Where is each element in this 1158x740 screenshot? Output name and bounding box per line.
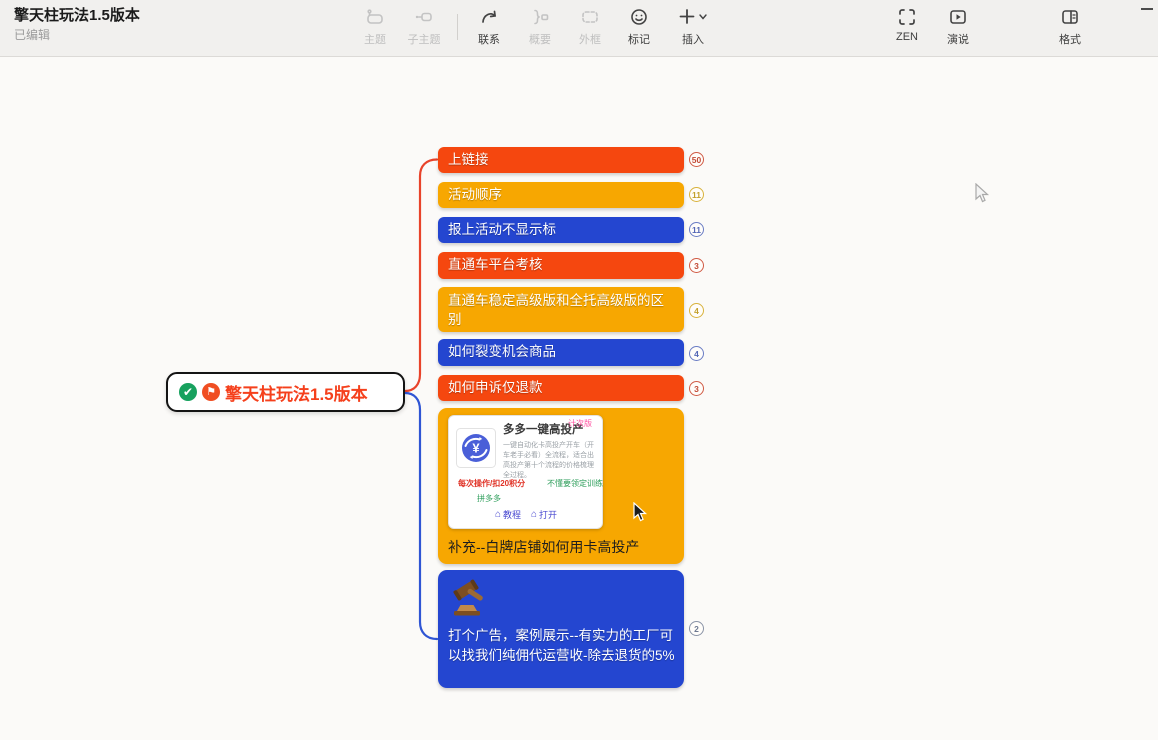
zen-mode-icon — [883, 5, 931, 29]
branch-label: 报上活动不显示标 — [448, 221, 556, 240]
tool-summary[interactable]: 概要 — [516, 5, 564, 47]
tool-summary-label: 概要 — [516, 31, 564, 47]
gavel-icon — [450, 578, 490, 624]
branch-node-split-products[interactable]: 如何裂变机会商品 — [438, 339, 684, 366]
branch-count-badge: 3 — [689, 381, 704, 396]
branch-node-links[interactable]: 上链接 — [438, 147, 684, 173]
subtopic-icon — [400, 5, 448, 29]
tool-relation[interactable]: 联系 — [465, 5, 513, 47]
branch-node-supplement[interactable]: ¥ 多多一键高投产 计次版 一键自动化卡高投产开车（开车老手必看）全流程，适合出… — [438, 408, 684, 564]
branch-count-badge: 4 — [689, 346, 704, 361]
branch-node-activity-no-tag[interactable]: 报上活动不显示标 — [438, 217, 684, 243]
branch-node-activity-order[interactable]: 活动顺序 — [438, 182, 684, 208]
product-cost-text: 每次操作/扣20积分 — [458, 478, 525, 489]
tool-format-label: 格式 — [1046, 31, 1094, 47]
tool-boundary[interactable]: 外框 — [566, 5, 614, 47]
branch-label: 如何申诉仅退款 — [448, 379, 543, 398]
branch-label: 补充--白牌店铺如何用卡高投产 — [448, 538, 676, 558]
branch-node-platform-review[interactable]: 直通车平台考核 — [438, 252, 684, 279]
tutorial-button-label: 教程 — [503, 509, 521, 522]
tool-marker[interactable]: 标记 — [615, 5, 663, 47]
marker-icon — [615, 5, 663, 29]
product-platform-text: 拼多多 — [477, 493, 501, 504]
tool-zen[interactable]: ZEN — [883, 5, 931, 43]
format-panel-icon — [1046, 5, 1094, 29]
svg-text:¥: ¥ — [472, 441, 480, 456]
tool-topic-label: 主题 — [351, 31, 399, 47]
product-description: 一键自动化卡高投产开车（开车老手必看）全流程，适合出高投产第十个流程的价格梳理全… — [503, 441, 595, 482]
product-note-text: 不懂要领定训练 — [547, 478, 603, 489]
flag-marker-icon: ⚑ — [202, 383, 220, 401]
branch-count-badge: 11 — [689, 222, 704, 237]
topic-icon — [351, 5, 399, 29]
branch-label: 直通车稳定高级版和全托高级版的区别 — [448, 292, 674, 330]
document-title: 擎天柱玩法1.5版本 — [14, 4, 140, 25]
tool-format[interactable]: 格式 — [1046, 5, 1094, 47]
tool-insert-label: 插入 — [666, 31, 720, 47]
presentation-icon — [934, 5, 982, 29]
task-done-marker-icon: ✔ — [179, 383, 197, 401]
relation-icon — [465, 5, 513, 29]
tool-subtopic[interactable]: 子主题 — [400, 5, 448, 47]
branch-node-advertisement[interactable]: 打个广告，案例展示--有实力的工厂可以找我们纯佣代运营收-除去退货的5% — [438, 570, 684, 688]
tool-present[interactable]: 演说 — [934, 5, 982, 47]
branch-label: 活动顺序 — [448, 186, 502, 205]
open-button-label: 打开 — [539, 509, 557, 522]
toolbar-separator — [457, 14, 458, 40]
branch-label: 打个广告，案例展示--有实力的工厂可以找我们纯佣代运营收-除去退货的5% — [448, 626, 676, 665]
boundary-icon — [566, 5, 614, 29]
branch-count-badge: 11 — [689, 187, 704, 202]
document-status: 已编辑 — [14, 26, 50, 43]
root-topic-label: 擎天柱玩法1.5版本 — [225, 380, 368, 405]
ghost-mouse-cursor — [973, 183, 991, 210]
embedded-product-card[interactable]: ¥ 多多一键高投产 计次版 一键自动化卡高投产开车（开车老手必看）全流程，适合出… — [448, 415, 603, 529]
tutorial-button[interactable]: ⌂ 教程 — [495, 508, 521, 522]
branch-count-badge: 2 — [689, 621, 704, 636]
branch-node-version-difference[interactable]: 直通车稳定高级版和全托高级版的区别 — [438, 287, 684, 332]
window-minimize-button[interactable] — [1141, 8, 1153, 10]
product-app-icon: ¥ — [456, 428, 496, 474]
tool-topic[interactable]: 主题 — [351, 5, 399, 47]
tool-insert[interactable]: 插入 — [666, 5, 720, 47]
branch-count-badge: 3 — [689, 258, 704, 273]
branch-label: 上链接 — [448, 151, 489, 170]
insert-icon — [666, 5, 720, 29]
tool-marker-label: 标记 — [615, 31, 663, 47]
house-icon: ⌂ — [495, 508, 501, 522]
tool-present-label: 演说 — [934, 31, 982, 47]
branch-count-badge: 50 — [689, 152, 704, 167]
house-icon: ⌂ — [531, 508, 537, 522]
open-button[interactable]: ⌂ 打开 — [531, 508, 557, 522]
branch-node-refund-appeal[interactable]: 如何申诉仅退款 — [438, 375, 684, 401]
tool-relation-label: 联系 — [465, 31, 513, 47]
tool-subtopic-label: 子主题 — [400, 31, 448, 47]
branch-count-badge: 4 — [689, 303, 704, 318]
tool-boundary-label: 外框 — [566, 31, 614, 47]
toolbar: 擎天柱玩法1.5版本 已编辑 主题 子主题 联系 — [0, 0, 1158, 57]
root-topic[interactable]: ✔ ⚑ 擎天柱玩法1.5版本 — [166, 372, 405, 412]
product-tag: 计次版 — [568, 418, 592, 429]
tool-zen-label: ZEN — [883, 31, 931, 43]
summary-icon — [516, 5, 564, 29]
branch-label: 如何裂变机会商品 — [448, 343, 556, 362]
branch-label: 直通车平台考核 — [448, 256, 543, 275]
